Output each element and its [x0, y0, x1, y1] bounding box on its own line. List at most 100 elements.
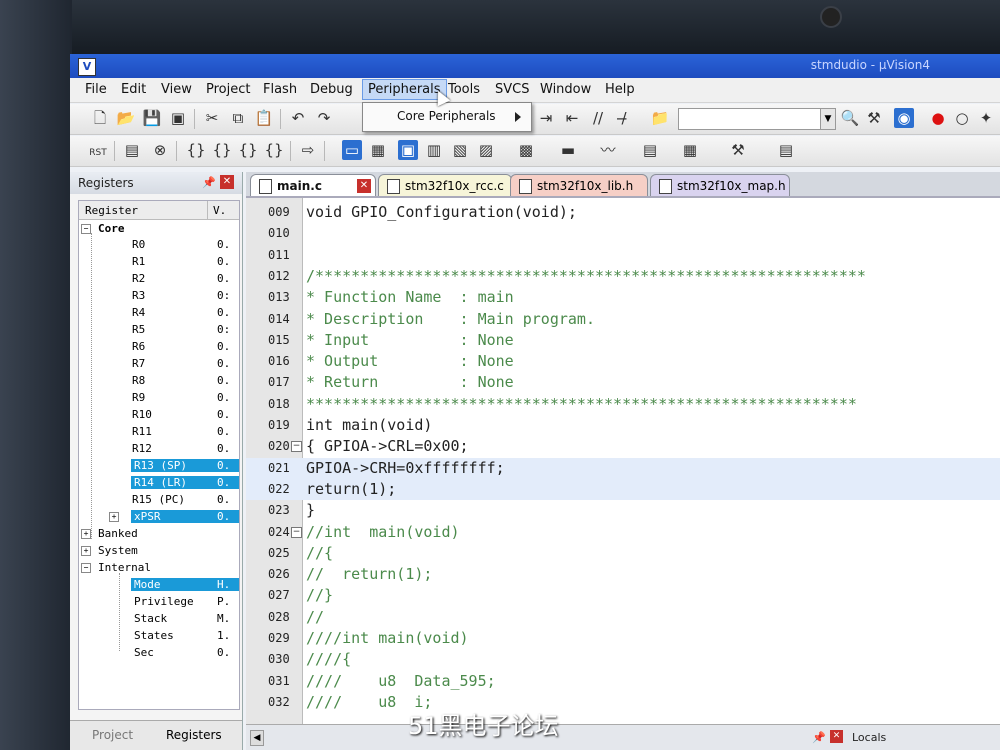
register-row-selected[interactable]: R14 (LR) 0.	[79, 475, 239, 491]
disassembly-window-icon[interactable]: ▦	[368, 140, 388, 160]
code-line[interactable]: 024−//int main(void)	[246, 522, 1000, 543]
code-line[interactable]: 014 * Description : Main program.	[246, 309, 1000, 330]
step-over-icon[interactable]: {}	[212, 140, 232, 160]
trace-window-icon[interactable]: ▤	[640, 140, 660, 160]
register-row[interactable]: R12 0.	[79, 441, 239, 457]
tools-icon[interactable]: ⚒	[864, 108, 884, 128]
tree-group-internal[interactable]: − Internal	[79, 560, 239, 576]
tab-stm32f10x-map-h[interactable]: stm32f10x_map.h	[650, 174, 790, 198]
register-row[interactable]: R0 0.	[79, 237, 239, 253]
register-row[interactable]: R10 0.	[79, 407, 239, 423]
column-value[interactable]: V.	[213, 204, 226, 217]
register-value[interactable]: 0.	[213, 510, 239, 523]
code-line[interactable]: 028 //	[246, 607, 1000, 628]
register-value[interactable]: 0.	[217, 646, 230, 659]
code-line[interactable]: 016 * Output : None	[246, 351, 1000, 372]
code-line[interactable]: 012 /************************************…	[246, 266, 1000, 287]
register-row[interactable]: R2 0.	[79, 271, 239, 287]
code-line[interactable]: 022 return(1);	[246, 478, 1000, 500]
step-into-icon[interactable]: {}	[186, 140, 206, 160]
register-value[interactable]: 0.	[217, 374, 230, 387]
register-row-selected[interactable]: Mode H.	[79, 577, 239, 593]
uncomment-icon[interactable]: /̶	[614, 108, 634, 128]
register-row[interactable]: R11 0.	[79, 424, 239, 440]
stop-icon[interactable]: ⊗	[150, 140, 170, 160]
register-value[interactable]: 0.	[217, 272, 230, 285]
code-line[interactable]: 015 * Input : None	[246, 330, 1000, 351]
chevron-down-icon[interactable]: ▼	[820, 109, 835, 129]
memory-window-icon[interactable]: ▩	[516, 140, 536, 160]
register-value[interactable]: 0.	[217, 442, 230, 455]
code-line[interactable]: 011	[246, 245, 1000, 266]
register-value[interactable]: 0.	[213, 476, 239, 489]
debug-windows-icon[interactable]: ▤	[776, 140, 796, 160]
close-icon[interactable]: ✕	[220, 175, 234, 189]
tab-stm32f10x-lib-h[interactable]: stm32f10x_lib.h	[510, 174, 648, 198]
menu-item-core-peripherals[interactable]: Core Peripherals	[397, 109, 496, 123]
collapse-icon[interactable]: −	[81, 563, 91, 573]
register-value[interactable]: P.	[217, 595, 230, 608]
expand-icon[interactable]: +	[81, 546, 91, 556]
command-window-icon[interactable]: ▭	[342, 140, 362, 160]
register-row[interactable]: Stack M.	[79, 611, 239, 627]
tab-stm32f10x-rcc-c[interactable]: stm32f10x_rcc.c	[378, 174, 512, 198]
pin-icon[interactable]: 📌	[202, 176, 216, 189]
code-line[interactable]: 031 //// u8 Data_595;	[246, 671, 1000, 692]
app-icon[interactable]: V	[78, 58, 96, 76]
tab-project[interactable]: Project	[92, 728, 133, 742]
register-value[interactable]: 0:	[217, 323, 230, 336]
register-row[interactable]: R15 (PC) 0.	[79, 492, 239, 508]
tree-group-core[interactable]: − Core	[79, 221, 239, 237]
analysis-window-icon[interactable]: 〰	[598, 140, 618, 160]
copy-icon[interactable]: ⧉	[228, 108, 248, 128]
code-line[interactable]: 030 ////{	[246, 649, 1000, 670]
fold-toggle-icon[interactable]: −	[291, 526, 302, 538]
breakpoint-icon[interactable]: ●	[928, 108, 948, 128]
find-icon[interactable]: 🔍	[840, 108, 860, 128]
tab-main-c[interactable]: main.c ✕	[250, 174, 376, 198]
run-icon[interactable]: ▤	[122, 140, 142, 160]
column-divider[interactable]	[207, 201, 208, 219]
tree-group-banked[interactable]: + Banked	[79, 526, 239, 542]
redo-icon[interactable]: ↷	[314, 108, 334, 128]
register-value[interactable]: 0.	[217, 493, 230, 506]
register-row[interactable]: R9 0.	[79, 390, 239, 406]
register-value[interactable]: M.	[217, 612, 230, 625]
register-value[interactable]: 0.	[217, 425, 230, 438]
register-row[interactable]: Privilege P.	[79, 594, 239, 610]
tab-registers[interactable]: Registers	[166, 728, 222, 742]
registers-window-icon[interactable]: ▥	[424, 140, 444, 160]
close-icon[interactable]: ✕	[357, 179, 371, 193]
comment-icon[interactable]: //	[588, 108, 608, 128]
menu-help[interactable]: Help	[600, 81, 640, 98]
expand-icon[interactable]: +	[81, 529, 91, 539]
code-editor[interactable]: 009 void GPIO_Configuration(void); 010 011 0…	[246, 196, 1000, 726]
serial-window-icon[interactable]: ▬	[558, 140, 578, 160]
register-value[interactable]: 0.	[217, 408, 230, 421]
code-line[interactable]: 010	[246, 223, 1000, 244]
save-all-icon[interactable]: ▣	[168, 108, 188, 128]
indent-icon[interactable]: ⇥	[536, 108, 556, 128]
register-value[interactable]: 0.	[217, 391, 230, 404]
open-folder-icon[interactable]: 📂	[116, 108, 136, 128]
paste-icon[interactable]: 📋	[254, 108, 274, 128]
code-line[interactable]: 020−{ GPIOA->CRL=0x00;	[246, 436, 1000, 457]
close-icon[interactable]: ✕	[830, 730, 843, 743]
code-line[interactable]: 021 GPIOA->CRH=0xffffffff;	[246, 457, 1000, 479]
menu-project[interactable]: Project	[201, 81, 255, 98]
find-in-files-icon[interactable]: 📁	[650, 108, 670, 128]
menu-window[interactable]: Window	[535, 81, 596, 98]
collapse-icon[interactable]: −	[81, 224, 91, 234]
watch-window-icon[interactable]: ▨	[476, 140, 496, 160]
register-row[interactable]: R1 0.	[79, 254, 239, 270]
menu-flash[interactable]: Flash	[258, 81, 302, 98]
register-row[interactable]: R5 0:	[79, 322, 239, 338]
toolbox-icon[interactable]: ⚒	[728, 140, 748, 160]
find-combo[interactable]: ▼	[678, 108, 836, 130]
register-row[interactable]: R4 0.	[79, 305, 239, 321]
scroll-left-icon[interactable]: ◀	[250, 730, 264, 746]
register-row[interactable]: States 1.	[79, 628, 239, 644]
show-next-statement-icon[interactable]: ⇨	[298, 140, 318, 160]
step-out-icon[interactable]: {}	[238, 140, 258, 160]
code-line[interactable]: 029 ////int main(void)	[246, 628, 1000, 649]
